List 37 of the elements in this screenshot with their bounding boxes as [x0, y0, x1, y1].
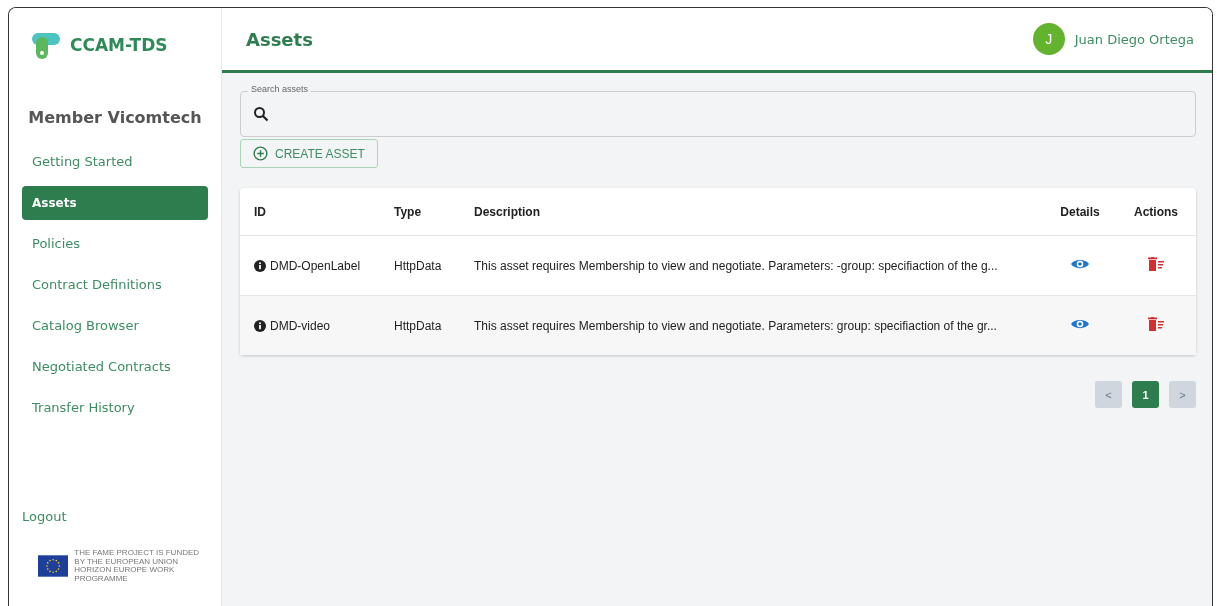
- create-asset-button[interactable]: CREATE ASSET: [240, 139, 378, 168]
- search-icon: [253, 106, 269, 122]
- column-header: Type: [393, 204, 423, 219]
- table-cell: HttpData: [394, 318, 442, 333]
- app-name: CCAM-TDS: [70, 35, 168, 55]
- user-avatar[interactable]: J: [1032, 23, 1065, 55]
- eye-icon[interactable]: [1070, 257, 1090, 271]
- search-label: Search assets: [248, 84, 312, 94]
- table-cell: HttpData: [394, 258, 442, 273]
- table-cell: DMD-video: [270, 318, 330, 333]
- column-header: ID: [253, 204, 267, 219]
- info-icon: [254, 319, 266, 332]
- table-cell: This asset requires Membership to view and negotiate. Parameters: -group: specifiaction of the g...: [474, 258, 998, 273]
- delete-icon[interactable]: [1147, 257, 1165, 271]
- page-title: Assets: [246, 28, 313, 50]
- table-cell: DMD-OpenLabel: [270, 258, 361, 273]
- plus-circle-icon: [253, 146, 268, 161]
- logout-link[interactable]: Logout: [22, 508, 208, 524]
- page-button[interactable]: 1: [1132, 381, 1159, 408]
- table-cell: This asset requires Membership to view and negotiate. Parameters: group: specifiaction of the gr...: [474, 318, 997, 333]
- nav-item[interactable]: Catalog Browser: [22, 309, 208, 343]
- column-header: Actions: [1133, 204, 1179, 219]
- nav-item[interactable]: Contract Definitions: [22, 268, 208, 302]
- nav-item[interactable]: Getting Started: [22, 145, 208, 179]
- info-icon: [254, 259, 266, 272]
- nav-item[interactable]: Negotiated Contracts: [22, 350, 208, 384]
- member-name: Member Vicomtech: [27, 108, 203, 127]
- user-name: Juan Diego Ortega: [1074, 31, 1194, 47]
- nav-item[interactable]: Assets: [22, 186, 208, 220]
- eye-icon[interactable]: [1070, 317, 1090, 331]
- funding-notice: THE FAME PROJECT IS FUNDED BY THE EUROPEAN UNION HORIZON EUROPE WORK PROGRAMME: [74, 548, 201, 584]
- nav-item[interactable]: Transfer History: [22, 391, 208, 425]
- column-header: Details: [1059, 204, 1101, 219]
- column-header: Description: [473, 204, 541, 219]
- eu-flag-icon: [38, 554, 69, 579]
- delete-icon[interactable]: [1147, 317, 1165, 331]
- nav-item[interactable]: Policies: [22, 227, 208, 261]
